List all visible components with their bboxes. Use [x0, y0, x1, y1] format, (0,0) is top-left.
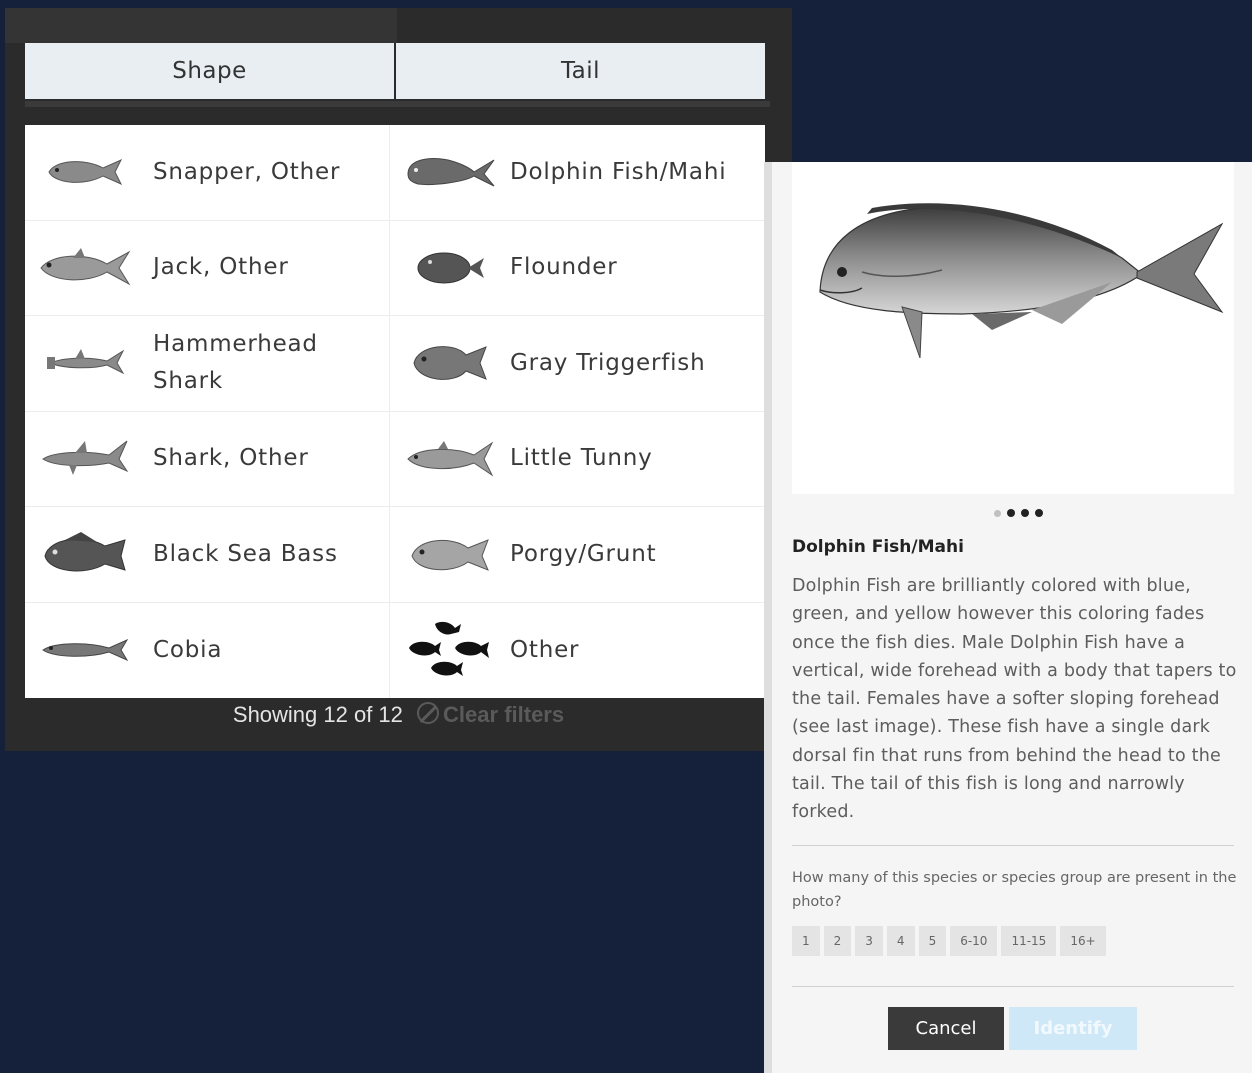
- species-name: Hammerhead Shark: [153, 331, 318, 395]
- count-option-button[interactable]: 3: [855, 926, 883, 956]
- carousel-dot[interactable]: [1020, 509, 1029, 517]
- species-item[interactable]: Porgy/Grunt: [390, 507, 765, 603]
- count-options: 1 2 3 4 5 6-10 11-15 16+: [792, 926, 1106, 956]
- species-item[interactable]: Other: [390, 603, 765, 699]
- species-name: Flounder: [510, 254, 618, 281]
- count-option-button[interactable]: 6-10: [950, 926, 998, 956]
- species-name: Dolphin Fish/Mahi: [510, 158, 727, 185]
- species-filter-panel: Shape Tail Snapper, Other Dolphin Fish/Ma…: [5, 8, 792, 751]
- species-item[interactable]: Hammerhead Shark: [25, 316, 390, 412]
- tunny-icon: [390, 439, 510, 479]
- tabs-divider: [25, 101, 770, 107]
- species-item[interactable]: Flounder: [390, 221, 765, 316]
- species-name: Cobia: [153, 636, 223, 663]
- species-name: Shark, Other: [153, 445, 309, 472]
- species-item[interactable]: Cobia: [25, 602, 390, 698]
- identify-button[interactable]: Identify: [1009, 1007, 1137, 1050]
- panel-edge: [764, 162, 772, 1073]
- results-footer: Showing 12 of 12 Clear filters: [5, 702, 792, 728]
- triggerfish-icon: [390, 339, 510, 387]
- shark-icon: [25, 437, 145, 481]
- snapper-icon: [25, 152, 145, 192]
- divider: [792, 986, 1234, 987]
- flounder-icon: [390, 248, 510, 288]
- count-option-button[interactable]: 5: [918, 926, 947, 956]
- count-option-button[interactable]: 4: [886, 926, 915, 956]
- count-option-button[interactable]: 11-15: [1001, 926, 1057, 956]
- results-count: Showing 12 of 12: [232, 702, 403, 727]
- clear-filters-button[interactable]: Clear filters: [417, 702, 564, 727]
- tab-tail[interactable]: Tail: [394, 43, 765, 99]
- carousel-dot[interactable]: [993, 510, 1001, 517]
- carousel-dots: [764, 502, 1252, 521]
- species-name: Porgy/Grunt: [510, 540, 657, 567]
- dolphin-fish-icon: [390, 152, 510, 192]
- species-item[interactable]: Jack, Other: [25, 220, 390, 316]
- count-option-button[interactable]: 16+: [1060, 926, 1106, 956]
- other-fish-icon: [390, 618, 510, 682]
- species-description: Dolphin Fish are brilliantly colored wit…: [792, 576, 1237, 823]
- species-grid: Snapper, Other Dolphin Fish/Mahi Jack, Oth…: [25, 125, 765, 698]
- filter-tabs: Shape Tail: [25, 43, 765, 99]
- species-item[interactable]: Black Sea Bass: [25, 507, 390, 603]
- count-option-button[interactable]: 1: [792, 926, 820, 956]
- sea-bass-icon: [25, 530, 145, 578]
- species-title: Dolphin Fish/Mahi: [792, 537, 964, 557]
- species-item[interactable]: Little Tunny: [390, 412, 765, 507]
- count-question: How many of this species or species grou…: [792, 870, 1237, 910]
- clear-icon: [417, 702, 440, 724]
- species-item[interactable]: Gray Triggerfish: [390, 316, 765, 412]
- species-name: Gray Triggerfish: [510, 349, 706, 376]
- tab-shape[interactable]: Shape: [25, 43, 394, 99]
- species-item[interactable]: Dolphin Fish/Mahi: [390, 125, 765, 221]
- count-option-button[interactable]: 2: [823, 926, 852, 956]
- species-name: Little Tunny: [510, 445, 653, 472]
- porgy-icon: [390, 532, 510, 576]
- species-name: Jack, Other: [153, 254, 289, 281]
- dolphin-fish-illustration: [819, 203, 1224, 359]
- species-item[interactable]: Shark, Other: [25, 411, 390, 507]
- carousel-dot[interactable]: [1034, 509, 1043, 517]
- divider: [792, 845, 1234, 846]
- hammerhead-icon: [25, 345, 145, 381]
- species-item[interactable]: Snapper, Other: [25, 125, 390, 221]
- species-name: Other: [510, 636, 580, 663]
- cobia-icon: [25, 634, 145, 666]
- species-detail-panel: Dolphin Fish/Mahi Dolphin Fish are brill…: [764, 162, 1252, 1073]
- species-name: Black Sea Bass: [153, 540, 338, 567]
- species-photo: [792, 162, 1234, 494]
- cancel-button[interactable]: Cancel: [888, 1007, 1004, 1050]
- jack-icon: [25, 246, 145, 290]
- clear-filters-label: Clear filters: [443, 702, 565, 727]
- panel-header-strip: [5, 8, 397, 43]
- species-name: Snapper, Other: [153, 158, 341, 185]
- carousel-dot[interactable]: [1006, 509, 1015, 517]
